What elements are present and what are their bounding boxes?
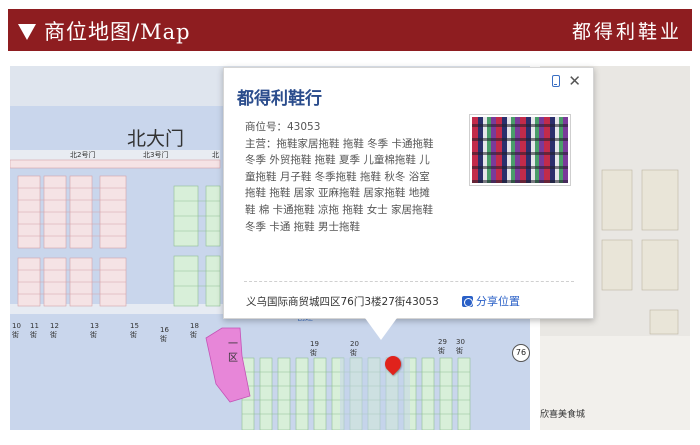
street-label: 29 街 (438, 338, 447, 355)
page-header: 商位地图/Map 都得利鞋业 (8, 9, 692, 51)
street-label: 11 街 (30, 322, 39, 339)
header-title-group: 商位地图/Map (18, 16, 191, 46)
shop-details: 商位号：43053 主营：拖鞋家居拖鞋 拖鞋 冬季 卡通拖鞋 冬季 外贸拖鞋 拖… (245, 119, 440, 235)
popup-pointer (365, 318, 397, 340)
zone-label: 一区 (228, 339, 238, 364)
page-title: 商位地图/Map (44, 20, 191, 44)
share-location-button[interactable]: 分享位置 (462, 293, 520, 309)
shop-name: 都得利鞋行 (237, 89, 322, 109)
gate-number-label: 北2号门 (70, 151, 96, 159)
gate-number-label: 北 (212, 151, 219, 159)
street-label: 15 街 (130, 322, 139, 339)
shop-address: 义乌国际商贸城四区76门3楼27街43053 (246, 296, 439, 308)
road-number-badge: 76 (512, 344, 530, 362)
shop-info-popup: ✕ 都得利鞋行 商位号：43053 主营：拖鞋家居拖鞋 拖鞋 冬季 卡通拖鞋 冬… (223, 67, 594, 319)
food-court-label: 欣喜美食城 (540, 410, 586, 420)
street-label: 20 街 (350, 340, 359, 357)
phone-icon[interactable] (552, 75, 560, 87)
street-label: 12 街 (50, 322, 59, 339)
share-icon (462, 295, 473, 307)
street-label: 30 街 (456, 338, 465, 355)
business-scope: 主营：拖鞋家居拖鞋 拖鞋 冬季 卡通拖鞋 冬季 外贸拖鞋 拖鞋 夏季 儿童棉拖鞋… (245, 137, 434, 233)
booth-number: 商位号：43053 (245, 121, 321, 133)
brand-name: 都得利鞋业 (571, 21, 682, 43)
close-icon[interactable]: ✕ (568, 72, 581, 90)
street-label: 10 街 (12, 322, 21, 339)
shop-photo-image (472, 117, 568, 183)
street-label: 18 街 (190, 322, 199, 339)
street-label: 19 街 (310, 340, 319, 357)
divider (244, 281, 574, 282)
street-label: 16 街 (160, 326, 169, 343)
share-label: 分享位置 (476, 295, 520, 308)
shop-photo[interactable] (469, 114, 571, 186)
triangle-down-icon (18, 24, 36, 40)
gate-number-label: 北3号门 (143, 151, 169, 159)
north-gate-label: 北大门 (127, 128, 185, 150)
street-label: 13 街 (90, 322, 99, 339)
